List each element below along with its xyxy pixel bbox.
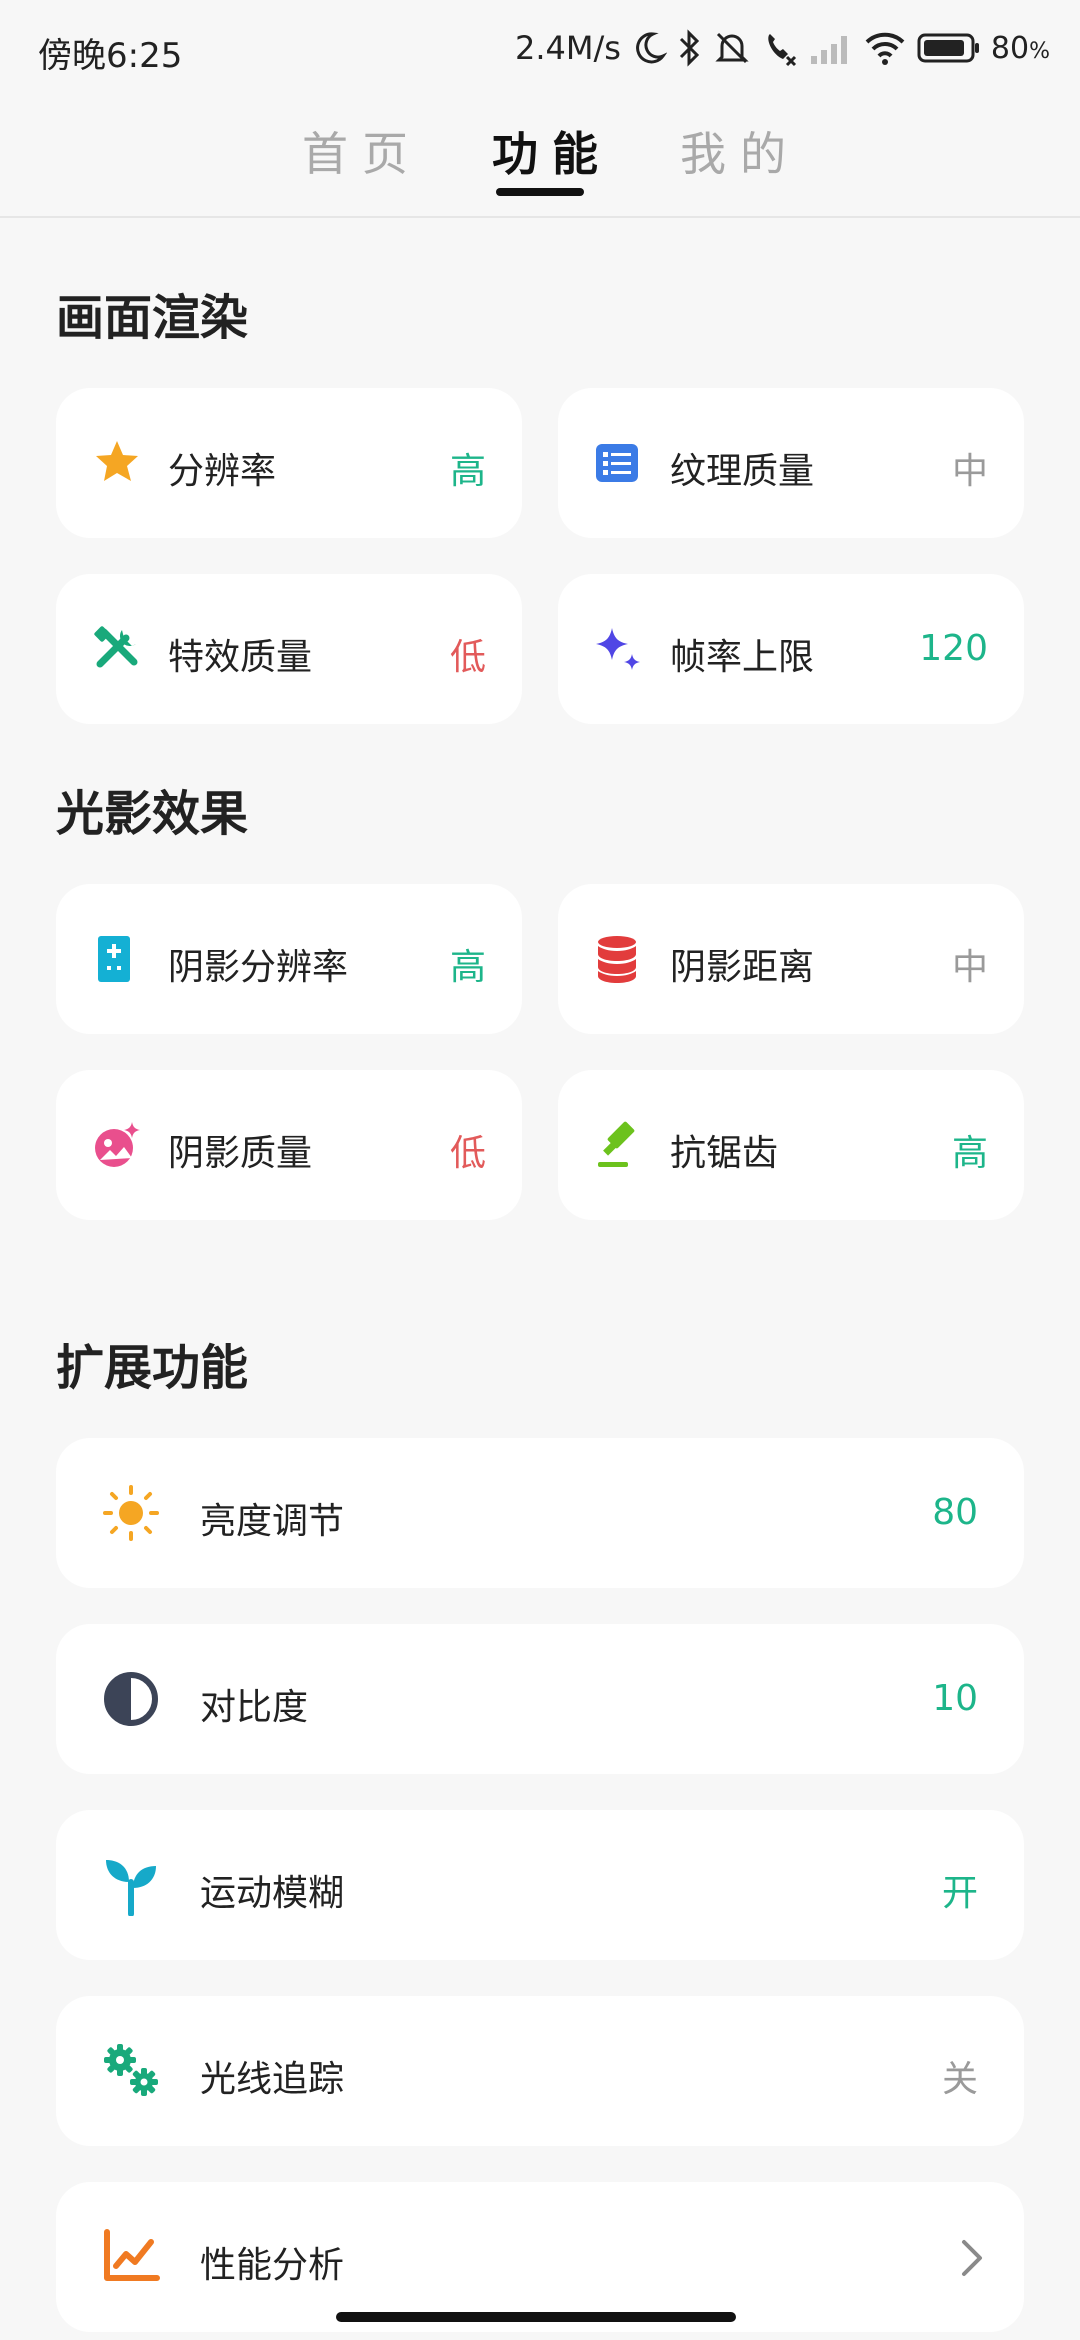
- net-speed: 2.4M/s: [514, 29, 621, 67]
- section-title-lighting: 光影效果: [56, 786, 249, 842]
- tab-mine[interactable]: 我的: [680, 118, 800, 184]
- card-label: 抗锯齿: [670, 1133, 779, 1174]
- row-ray-tracing[interactable]: 光线追踪 关: [56, 1996, 1024, 2146]
- top-tab-bar: 首页 功能 我的: [0, 96, 1080, 218]
- row-value: 关: [941, 2059, 978, 2100]
- card-label: 阴影质量: [168, 1133, 313, 1174]
- tab-features[interactable]: 功能: [492, 118, 612, 184]
- device-plus-icon: [98, 936, 130, 982]
- battery-unit: %: [1029, 38, 1050, 64]
- battery-percent: 80%: [991, 31, 1050, 66]
- row-motion-blur[interactable]: 运动模糊 开: [56, 1810, 1024, 1960]
- wifi-icon: [865, 32, 905, 65]
- card-shadow-distance[interactable]: 阴影距离 中: [558, 884, 1024, 1034]
- call-forward-icon: [768, 34, 796, 67]
- star-burst-icon: [96, 441, 138, 481]
- row-label: 运动模糊: [200, 1873, 345, 1914]
- row-label: 光线追踪: [200, 2059, 345, 2100]
- row-label: 亮度调节: [200, 1501, 345, 1542]
- sun-icon: [103, 1485, 159, 1541]
- sprout-icon: [106, 1860, 156, 1916]
- row-brightness[interactable]: 亮度调节 80: [56, 1438, 1024, 1588]
- row-label: 对比度: [200, 1687, 309, 1728]
- card-shadow-resolution[interactable]: 阴影分辨率 高: [56, 884, 522, 1034]
- card-shadow-quality[interactable]: 阴影质量 低: [56, 1070, 522, 1220]
- status-time: 傍晚6:25: [38, 36, 183, 76]
- card-label: 纹理质量: [670, 451, 815, 492]
- row-value: 开: [941, 1873, 978, 1914]
- card-resolution[interactable]: 分辨率 高: [56, 388, 522, 538]
- chart-line-icon: [104, 2229, 160, 2281]
- card-label: 阴影距离: [670, 947, 815, 988]
- database-icon: [598, 936, 636, 983]
- card-value: 中: [951, 451, 988, 492]
- row-value: 80: [932, 1492, 978, 1533]
- battery-icon: [917, 33, 979, 63]
- home-indicator[interactable]: [336, 2312, 736, 2322]
- card-frame-rate-limit[interactable]: 帧率上限 120: [558, 574, 1024, 724]
- sparkle-icon: [596, 628, 640, 670]
- gears-icon: [104, 2044, 158, 2096]
- card-value: 高: [951, 1133, 988, 1174]
- moon-icon: [636, 32, 667, 64]
- section-title-extended: 扩展功能: [56, 1340, 249, 1396]
- chevron-right-icon: [962, 2240, 982, 2276]
- card-value: 高: [449, 451, 486, 492]
- card-value: 中: [951, 947, 988, 988]
- active-tab-indicator: [496, 188, 584, 196]
- card-label: 阴影分辨率: [168, 947, 349, 988]
- status-icons: 2.4M/s 80%: [515, 24, 1050, 72]
- signal-icon: [810, 36, 847, 64]
- row-performance-analysis[interactable]: 性能分析: [56, 2182, 1024, 2332]
- bell-muted-icon: [715, 32, 749, 64]
- list-icon: [596, 444, 638, 482]
- gavel-icon: [598, 1121, 635, 1167]
- contrast-icon: [104, 1672, 158, 1726]
- status-bar: 傍晚6:25 2.4M/s 80%: [0, 0, 1080, 96]
- card-value: 120: [919, 628, 988, 669]
- bluetooth-icon: [679, 29, 700, 67]
- image-sparkle-icon: [95, 1122, 140, 1167]
- card-anti-aliasing[interactable]: 抗锯齿 高: [558, 1070, 1024, 1220]
- row-label: 性能分析: [200, 2245, 345, 2286]
- tab-home[interactable]: 首页: [302, 118, 422, 184]
- tools-icon: [94, 626, 138, 668]
- section-title-render: 画面渲染: [56, 290, 249, 346]
- card-value: 低: [449, 637, 486, 678]
- card-texture-quality[interactable]: 纹理质量 中: [558, 388, 1024, 538]
- card-value: 高: [449, 947, 486, 988]
- card-effects-quality[interactable]: 特效质量 低: [56, 574, 522, 724]
- battery-value: 80: [990, 30, 1030, 66]
- card-label: 分辨率: [168, 451, 277, 492]
- card-label: 特效质量: [168, 637, 313, 678]
- row-contrast[interactable]: 对比度 10: [56, 1624, 1024, 1774]
- card-value: 低: [449, 1133, 486, 1174]
- row-value: 10: [932, 1678, 978, 1719]
- card-label: 帧率上限: [670, 637, 815, 678]
